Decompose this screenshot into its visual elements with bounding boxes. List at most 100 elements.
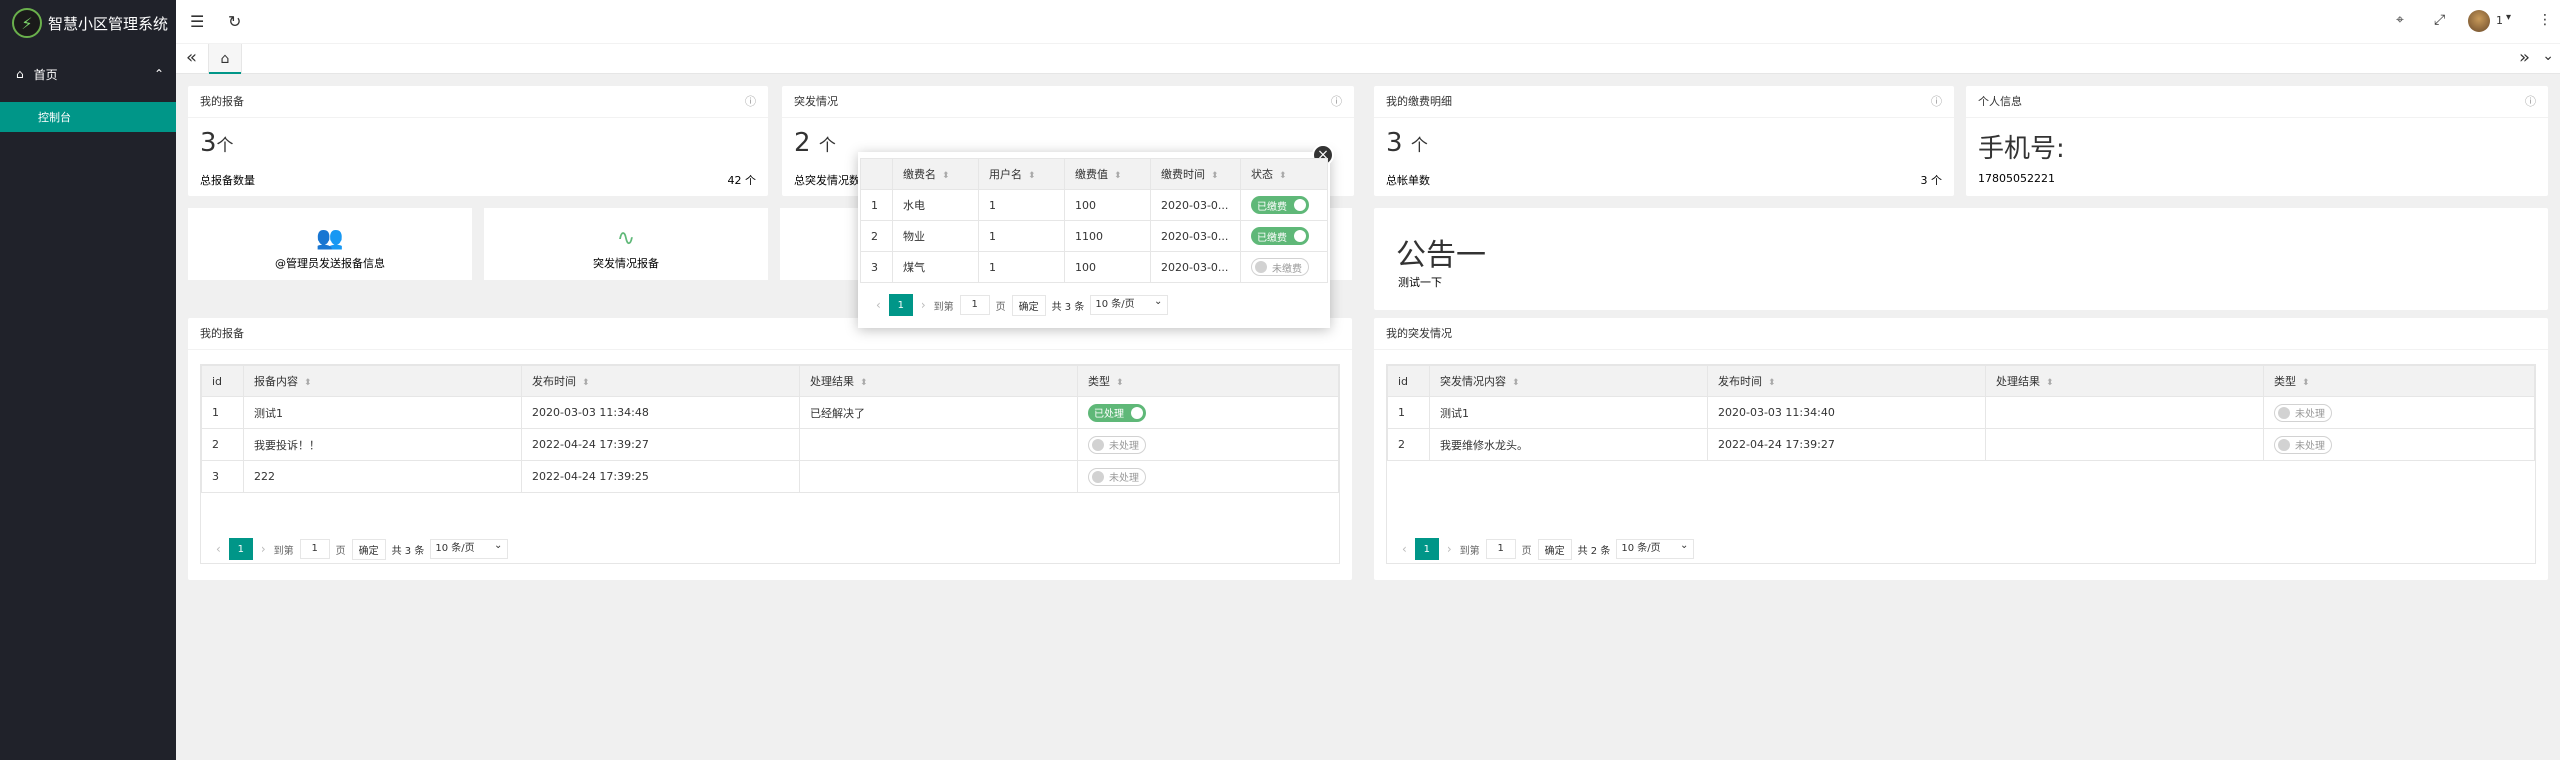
menu-collapse-icon[interactable]: ☰ bbox=[190, 12, 204, 31]
col-time[interactable]: 发布时间 ⬍ bbox=[1707, 365, 1986, 397]
col-fee-time[interactable]: 缴费时间 ⬍ bbox=[1150, 158, 1241, 190]
sort-icon: ⬍ bbox=[582, 378, 590, 388]
goto-confirm-button[interactable]: 确定 bbox=[351, 538, 386, 560]
table-row[interactable]: 1 测试1 2020-03-03 11:34:48 已经解决了 已处理 bbox=[201, 396, 1339, 429]
status-toggle[interactable]: 已缴费 bbox=[1251, 227, 1309, 245]
tabs-scroll-right-icon[interactable]: » bbox=[2519, 47, 2530, 68]
table-row[interactable]: 2 物业 1 1100 2020-03-0... 已缴费 bbox=[860, 220, 1328, 252]
cell-content: 测试1 bbox=[243, 396, 522, 429]
next-page-icon[interactable]: › bbox=[921, 298, 926, 312]
goto-confirm-button[interactable]: 确定 bbox=[1011, 294, 1046, 316]
page-current[interactable]: 1 bbox=[1414, 538, 1439, 560]
sidebar-item-home[interactable]: ⌂ 首页 ⌃ bbox=[0, 46, 176, 102]
status-toggle[interactable]: 未处理 bbox=[1088, 435, 1146, 454]
theme-icon[interactable]: ⌖ bbox=[2396, 12, 2404, 28]
table-row[interactable]: 3 222 2022-04-24 17:39:25 未处理 bbox=[201, 460, 1339, 493]
prev-page-icon[interactable]: ‹ bbox=[216, 542, 221, 556]
more-vertical-icon[interactable]: ⋮ bbox=[2538, 12, 2552, 28]
status-toggle[interactable]: 已处理 bbox=[1088, 403, 1146, 422]
tabs-menu-icon[interactable]: ⌄ bbox=[2542, 48, 2554, 64]
sort-icon: ⬍ bbox=[1211, 171, 1219, 181]
fee-detail-popup: × 缴费名 ⬍ 用户名 ⬍ 缴费值 ⬍ 缴费时间 ⬍ 状态 ⬍ 1 水电 1 100 2020-0… bbox=[858, 144, 1334, 328]
col-index bbox=[860, 158, 893, 190]
avatar[interactable] bbox=[2468, 10, 2490, 32]
info-icon[interactable]: ⓘ bbox=[1331, 86, 1342, 118]
sort-icon: ⬍ bbox=[304, 378, 312, 388]
cell-n: 1 bbox=[860, 189, 893, 221]
fullscreen-icon[interactable]: ⤢ bbox=[2434, 12, 2445, 28]
info-icon[interactable]: ⓘ bbox=[1931, 86, 1942, 118]
status-toggle[interactable]: 未处理 bbox=[1088, 467, 1146, 486]
goto-confirm-button[interactable]: 确定 bbox=[1537, 538, 1572, 560]
notice-title: 公告一 bbox=[1396, 238, 1486, 273]
col-fee-value[interactable]: 缴费值 ⬍ bbox=[1064, 158, 1151, 190]
goto-label: 到第 bbox=[273, 545, 294, 557]
cell-content: 测试1 bbox=[1429, 396, 1708, 429]
stat-value: 3个 bbox=[200, 128, 234, 158]
refresh-icon[interactable]: ↻ bbox=[228, 12, 241, 31]
page-current[interactable]: 1 bbox=[228, 538, 253, 560]
col-fee-name[interactable]: 缴费名 ⬍ bbox=[892, 158, 979, 190]
table-header: id 突发情况内容 ⬍ 发布时间 ⬍ 处理结果 ⬍ 类型 ⬍ bbox=[1387, 365, 2535, 397]
sort-icon: ⬍ bbox=[2302, 378, 2310, 388]
col-time[interactable]: 发布时间 ⬍ bbox=[521, 365, 800, 397]
col-fee-status[interactable]: 状态 ⬍ bbox=[1240, 158, 1328, 190]
col-result[interactable]: 处理结果 ⬍ bbox=[1985, 365, 2264, 397]
goto-page-input[interactable]: 1 bbox=[1485, 539, 1516, 559]
cell-status: 已缴费 bbox=[1240, 220, 1328, 252]
stat-value: 2 个 bbox=[794, 128, 836, 158]
col-type[interactable]: 类型 ⬍ bbox=[2263, 365, 2535, 397]
admin-report-button[interactable]: 👥 @管理员发送报备信息 bbox=[188, 208, 472, 280]
cell-status: 未缴费 bbox=[1240, 251, 1328, 283]
next-page-icon[interactable]: › bbox=[261, 542, 266, 556]
chevron-down-icon[interactable]: ▾ bbox=[2506, 12, 2511, 23]
cell-content: 222 bbox=[243, 460, 522, 493]
user-name[interactable]: 1 bbox=[2496, 14, 2503, 27]
page-size-select[interactable]: 10 条/页 bbox=[1616, 537, 1695, 559]
cell-id: 2 bbox=[201, 428, 244, 461]
status-toggle[interactable]: 未缴费 bbox=[1251, 258, 1309, 276]
phone-number: 17805052221 bbox=[1978, 172, 2055, 185]
table-row[interactable]: 2 我要投诉！！ 2022-04-24 17:39:27 未处理 bbox=[201, 428, 1339, 461]
stat-label: 总帐单数 bbox=[1386, 174, 1430, 187]
table-row[interactable]: 2 我要维修水龙头。 2022-04-24 17:39:27 未处理 bbox=[1387, 428, 2535, 461]
next-page-icon[interactable]: › bbox=[1447, 542, 1452, 556]
goto-page-input[interactable]: 1 bbox=[959, 295, 990, 315]
info-icon[interactable]: ⓘ bbox=[745, 86, 756, 118]
col-content[interactable]: 报备内容 ⬍ bbox=[243, 365, 522, 397]
sort-icon: ⬍ bbox=[1114, 171, 1122, 181]
sidebar-item-dashboard[interactable]: 控制台 bbox=[0, 102, 176, 132]
tab-home[interactable]: ⌂ bbox=[208, 44, 242, 74]
info-icon[interactable]: ⓘ bbox=[2525, 86, 2536, 118]
emergency-report-button[interactable]: ∿ 突发情况报备 bbox=[484, 208, 768, 280]
table-row[interactable]: 1 测试1 2020-03-03 11:34:40 未处理 bbox=[1387, 396, 2535, 429]
status-toggle[interactable]: 未处理 bbox=[2274, 403, 2332, 422]
cell-time: 2022-04-24 17:39:27 bbox=[521, 428, 800, 461]
cell-value: 1100 bbox=[1064, 220, 1151, 252]
table-row[interactable]: 1 水电 1 100 2020-03-0... 已缴费 bbox=[860, 189, 1328, 221]
tabs-scroll-left-icon[interactable]: « bbox=[186, 47, 197, 68]
cell-id: 2 bbox=[1387, 428, 1430, 461]
page-size-select[interactable]: 10 条/页 bbox=[430, 537, 509, 559]
page-current[interactable]: 1 bbox=[888, 294, 913, 316]
card-personal-info: 个人信息 ⓘ 手机号: 17805052221 bbox=[1966, 86, 2548, 196]
notice-text: 测试一下 bbox=[1398, 276, 1442, 289]
app-logo[interactable]: ⚡ 智慧小区管理系统 bbox=[0, 0, 176, 46]
cell-result bbox=[1985, 428, 2264, 461]
panel-title: 我的报备 bbox=[200, 327, 244, 340]
prev-page-icon[interactable]: ‹ bbox=[1402, 542, 1407, 556]
col-result[interactable]: 处理结果 ⬍ bbox=[799, 365, 1078, 397]
page-size-select[interactable]: 10 条/页 bbox=[1090, 293, 1169, 315]
status-toggle[interactable]: 未处理 bbox=[2274, 435, 2332, 454]
cell-id: 3 bbox=[201, 460, 244, 493]
goto-page-input[interactable]: 1 bbox=[299, 539, 330, 559]
table-row[interactable]: 3 煤气 1 100 2020-03-0... 未缴费 bbox=[860, 251, 1328, 283]
col-content[interactable]: 突发情况内容 ⬍ bbox=[1429, 365, 1708, 397]
col-type[interactable]: 类型 ⬍ bbox=[1077, 365, 1339, 397]
total-count: 共 3 条 bbox=[1051, 301, 1085, 313]
prev-page-icon[interactable]: ‹ bbox=[876, 298, 881, 312]
col-user[interactable]: 用户名 ⬍ bbox=[978, 158, 1065, 190]
sort-icon: ⬍ bbox=[1279, 171, 1287, 181]
status-toggle[interactable]: 已缴费 bbox=[1251, 196, 1309, 214]
cell-time: 2020-03-03 11:34:40 bbox=[1707, 396, 1986, 429]
